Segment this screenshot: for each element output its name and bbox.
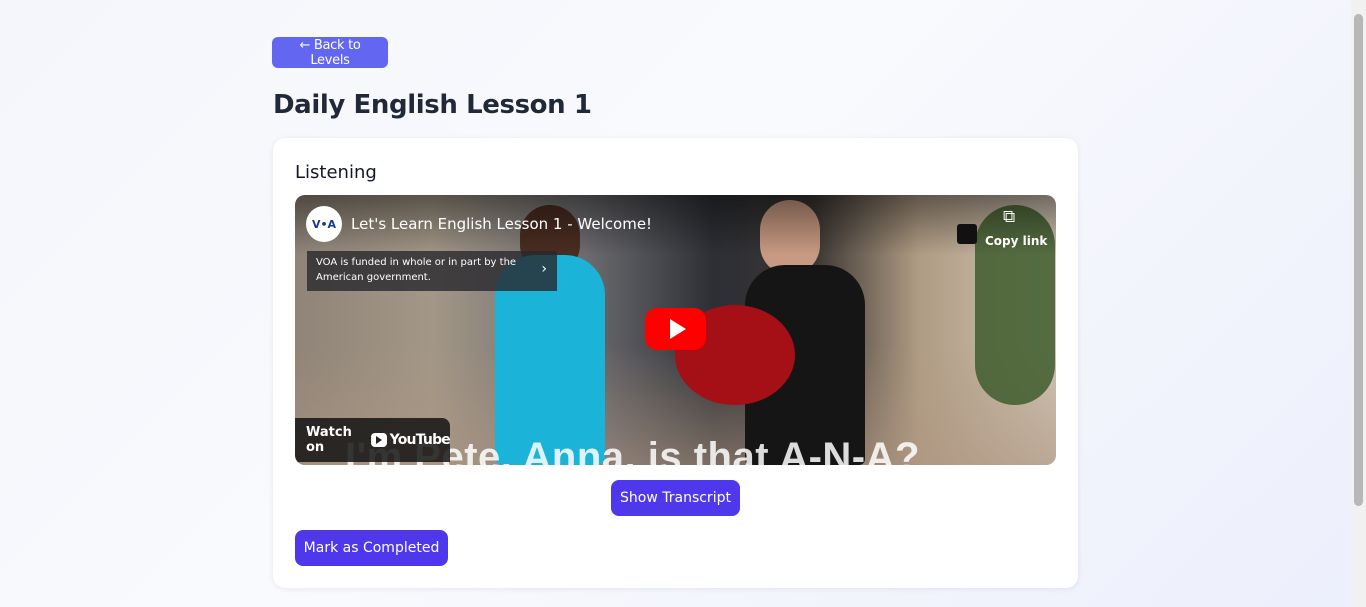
page-title: Daily English Lesson 1 (273, 90, 592, 120)
section-title: Listening (295, 162, 377, 183)
page-scrollbar[interactable] (1351, 0, 1366, 607)
play-button[interactable] (645, 308, 706, 350)
play-icon (669, 319, 686, 339)
lesson-card: Listening V•A Let's Learn English Lesson… (273, 138, 1078, 588)
scrollbar-thumb[interactable] (1354, 14, 1363, 506)
watch-on-youtube-button[interactable]: Watch on YouTube (295, 418, 451, 462)
video-title[interactable]: Let's Learn English Lesson 1 - Welcome! (351, 215, 652, 233)
copy-link-label: Copy link (985, 234, 1048, 248)
youtube-wordmark: YouTube (389, 432, 451, 448)
show-transcript-button[interactable]: Show Transcript (611, 480, 740, 516)
account-avatar (957, 224, 977, 244)
funding-notice[interactable]: VOA is funded in whole or in part by the… (307, 251, 557, 291)
chevron-right-icon: › (541, 261, 547, 277)
mark-as-completed-button[interactable]: Mark as Completed (295, 530, 448, 566)
watch-on-label: Watch on (306, 425, 352, 455)
funding-notice-text: VOA is funded in whole or in part by the… (316, 257, 517, 283)
back-to-levels-button[interactable]: ← Back to Levels (272, 37, 388, 68)
copy-link-button[interactable]: ⧉ Copy link (985, 205, 1047, 250)
copy-icon: ⧉ (1003, 207, 1016, 227)
youtube-icon (370, 433, 387, 447)
channel-logo[interactable]: V•A (306, 206, 342, 242)
video-player[interactable]: V•A Let's Learn English Lesson 1 - Welco… (295, 195, 1056, 465)
